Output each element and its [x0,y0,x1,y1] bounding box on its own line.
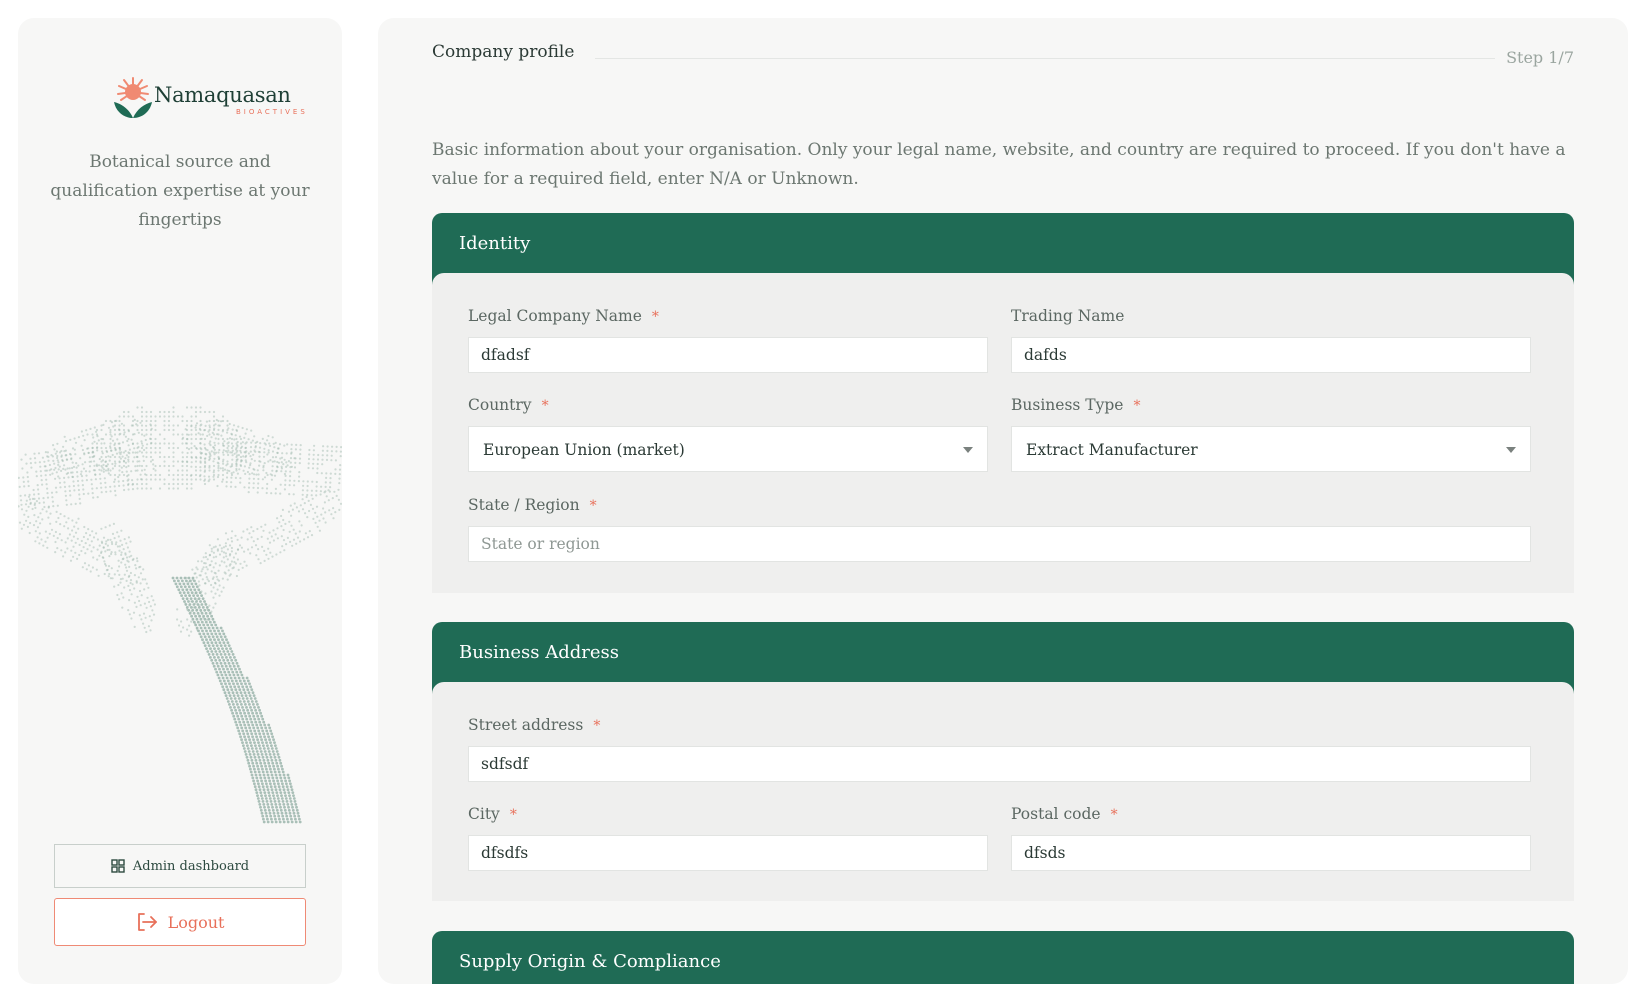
brand-name: Namaquasan [154,83,291,107]
trading-name-input[interactable] [1011,337,1531,373]
business-type-field: Business Type * Extract Manufacturer [1011,396,1531,474]
postal-code-input[interactable] [1011,835,1531,871]
brand-logo: Namaquasan BIOACTIVES [94,56,274,120]
state-region-input[interactable] [468,526,1531,562]
address-section: Business Address Street address* City* P… [432,622,1574,901]
country-label: Country * [468,396,988,418]
postal-code-label: Postal code * [1011,805,1531,827]
business-type-label: Business Type * [1011,396,1531,418]
page-title: Company profile [432,42,574,62]
country-select[interactable]: European Union (market) [468,426,988,472]
postal-code-field: Postal code * [1011,805,1531,873]
legal-name-label: Legal Company Name * [468,307,988,329]
logout-icon [136,912,158,932]
city-input[interactable] [468,835,988,871]
street-input[interactable] [468,746,1531,782]
state-region-label: State / Region * [468,496,1531,518]
city-label: City * [468,805,988,827]
legal-name-input[interactable] [468,337,988,373]
admin-dashboard-label: Admin dashboard [133,859,249,874]
logout-label: Logout [168,913,225,932]
admin-dashboard-button[interactable]: Admin dashboard [54,844,306,888]
state-region-field: State / Region * [468,496,1531,564]
street-label: Street address * [468,716,1531,738]
palm-tree-illustration [18,368,342,868]
trading-name-field: Trading Name [1011,307,1531,375]
country-value: European Union (market) [483,441,685,459]
chevron-down-icon [1506,447,1516,453]
supply-section: Supply Origin & Compliance [432,931,1574,984]
brand-subtitle: BIOACTIVES [236,108,308,116]
supply-section-title: Supply Origin & Compliance [432,931,1574,984]
sidebar: Namaquasan BIOACTIVES Botanical source a… [18,18,342,984]
brand-tagline: Botanical source and qualification exper… [48,148,312,235]
logout-button[interactable]: Logout [54,898,306,946]
business-type-select[interactable]: Extract Manufacturer [1011,426,1531,472]
step-indicator: Step 1/7 [1506,48,1574,67]
address-section-title: Business Address [432,622,1574,694]
identity-section: Identity Legal Company Name* Trading Nam… [432,213,1574,593]
grid-icon [111,859,125,873]
city-field: City * [468,805,988,873]
legal-name-field: Legal Company Name * [468,307,988,375]
business-type-value: Extract Manufacturer [1026,441,1198,459]
flower-logo-icon [112,76,154,120]
identity-section-title: Identity [432,213,1574,285]
chevron-down-icon [963,447,973,453]
main-panel: Company profile Step 1/7 Basic informati… [378,18,1628,984]
country-field: Country * European Union (market) [468,396,988,474]
trading-name-label: Trading Name [1011,307,1531,329]
title-divider [595,58,1495,59]
intro-text: Basic information about your organisatio… [432,136,1572,194]
street-field: Street address * [468,716,1531,784]
